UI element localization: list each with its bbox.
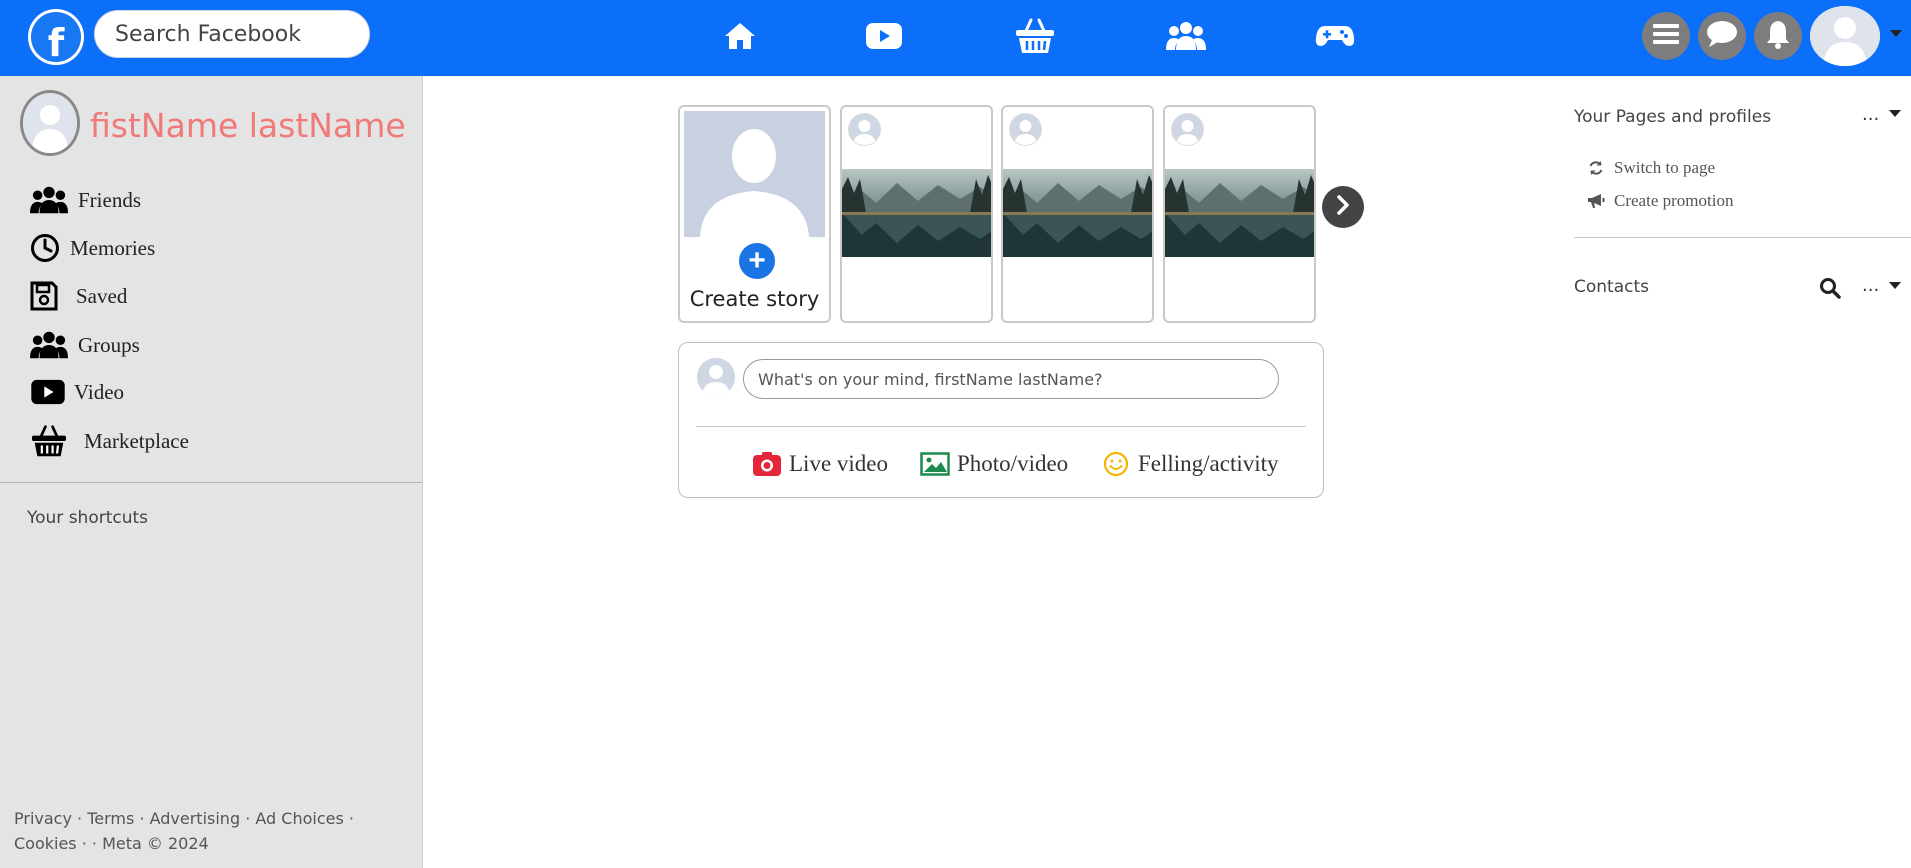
profile-name[interactable]: fistName lastName (90, 106, 406, 145)
create-promotion-label: Create promotion (1614, 191, 1734, 210)
create-story-card[interactable]: + Create story (678, 105, 831, 323)
create-story-label: Create story (689, 287, 820, 311)
stories-next-button[interactable] (1322, 186, 1364, 228)
notifications-button[interactable] (1754, 12, 1802, 60)
sidebar-item-label: Video (74, 379, 125, 404)
pages-more-button[interactable]: ... (1862, 104, 1879, 125)
camera-icon (751, 449, 783, 479)
refresh-icon (1586, 159, 1606, 177)
footer-link-advertising[interactable]: Advertising (150, 809, 241, 828)
footer-link-terms[interactable]: Terms (87, 809, 134, 828)
shortcuts-heading: Your shortcuts (27, 508, 149, 528)
gaming-icon[interactable] (1313, 16, 1357, 56)
logo-letter: f (31, 12, 81, 62)
sidebar-item-friends[interactable]: Friends (30, 180, 141, 220)
menu-icon (1653, 23, 1679, 50)
footer-link-cookies[interactable]: Cookies (14, 834, 77, 853)
account-avatar[interactable] (1810, 6, 1880, 66)
basket-icon (30, 423, 70, 459)
messenger-icon (1706, 20, 1738, 53)
sidebar-item-marketplace[interactable]: Marketplace (30, 421, 189, 461)
video-icon[interactable] (862, 16, 906, 56)
create-promotion-link[interactable]: Create promotion (1586, 191, 1733, 211)
contacts-more-button[interactable]: ... (1862, 275, 1879, 296)
live-video-button[interactable]: Live video (751, 449, 888, 479)
sidebar-item-label: Memories (70, 235, 156, 260)
messenger-button[interactable] (1698, 12, 1746, 60)
menu-button[interactable] (1642, 12, 1690, 60)
story-image (842, 169, 991, 257)
sidebar-item-saved[interactable]: Saved (30, 276, 127, 316)
copyright: Meta © 2024 (102, 834, 209, 853)
whats-on-your-mind-input[interactable] (743, 359, 1279, 399)
left-sidebar: fistName lastName Friends Memories Saved… (0, 76, 423, 868)
composer-divider (696, 426, 1306, 427)
story-card[interactable] (840, 105, 993, 323)
footer-link-privacy[interactable]: Privacy (14, 809, 72, 828)
marketplace-icon[interactable] (1013, 16, 1057, 56)
story-avatar (848, 113, 881, 146)
sidebar-divider (0, 482, 422, 483)
friends-icon (30, 182, 70, 218)
home-icon[interactable] (718, 16, 762, 56)
smile-icon (1100, 449, 1132, 479)
story-card[interactable] (1163, 105, 1316, 323)
photo-icon (919, 449, 951, 479)
contacts-search-icon[interactable] (1819, 277, 1841, 299)
sidebar-item-label: Friends (78, 187, 141, 212)
contacts-heading: Contacts (1574, 277, 1649, 297)
chevron-right-icon (1335, 194, 1351, 221)
floppy-icon (30, 278, 70, 314)
post-composer: Live video Photo/video Felling/activity (678, 342, 1324, 498)
footer-link-ad-choices[interactable]: Ad Choices (255, 809, 343, 828)
footer-links: Privacy · Terms · Advertising · Ad Choic… (14, 809, 354, 853)
clock-icon (30, 230, 70, 266)
composer-avatar[interactable] (697, 358, 735, 396)
sidebar-item-label: Groups (78, 332, 140, 357)
feeling-activity-label: Felling/activity (1138, 451, 1279, 476)
groups-icon[interactable] (1164, 16, 1208, 56)
top-navigation-bar: f (0, 0, 1911, 76)
photo-video-button[interactable]: Photo/video (919, 449, 1068, 479)
megaphone-icon (1586, 192, 1606, 210)
sidebar-item-video[interactable]: Video (30, 372, 124, 412)
story-image (1003, 169, 1152, 257)
pages-profiles-heading: Your Pages and profiles (1574, 107, 1772, 127)
story-avatar (1009, 113, 1042, 146)
video-icon (30, 374, 70, 410)
facebook-logo[interactable]: f (28, 9, 84, 65)
account-dropdown-caret-icon[interactable] (1890, 30, 1902, 37)
live-video-label: Live video (789, 451, 888, 476)
sidebar-item-memories[interactable]: Memories (30, 228, 155, 268)
story-avatar (1171, 113, 1204, 146)
profile-avatar[interactable] (20, 90, 80, 156)
contacts-dropdown-caret-icon[interactable] (1889, 282, 1901, 289)
create-story-photo (684, 111, 825, 237)
bell-icon (1765, 19, 1791, 54)
search-input[interactable] (94, 10, 370, 58)
pages-dropdown-caret-icon[interactable] (1889, 110, 1901, 117)
photo-video-label: Photo/video (957, 451, 1069, 476)
sidebar-item-label: Saved (76, 283, 128, 308)
story-image (1165, 169, 1314, 257)
sidebar-item-groups[interactable]: Groups (30, 325, 140, 365)
plus-icon[interactable]: + (739, 243, 775, 279)
switch-to-page-link[interactable]: Switch to page (1586, 158, 1715, 178)
feeling-activity-button[interactable]: Felling/activity (1100, 449, 1279, 479)
sidebar-item-label: Marketplace (84, 428, 189, 453)
right-column-divider (1574, 237, 1911, 238)
groups-icon (30, 327, 70, 363)
switch-to-page-label: Switch to page (1614, 158, 1716, 177)
story-card[interactable] (1001, 105, 1154, 323)
